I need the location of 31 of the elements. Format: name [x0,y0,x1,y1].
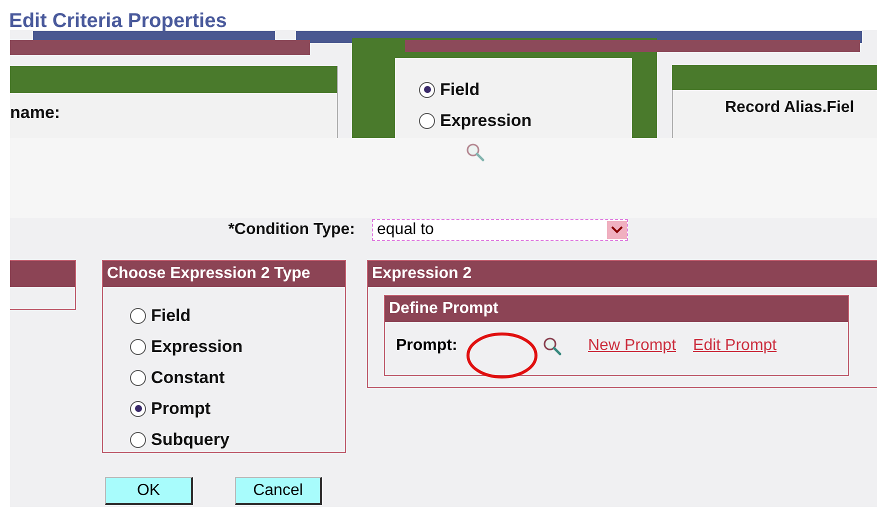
radio-button[interactable] [130,370,146,386]
search-icon[interactable] [465,142,485,162]
radio-label: Field [151,306,191,326]
radio-label: Prompt [151,398,210,418]
field-label: Prompt: [396,337,458,355]
radio-label: Subquery [151,430,230,450]
panel-header: Expression 2 [368,261,877,287]
dialog-button[interactable]: Cancel [235,477,322,505]
radio-button[interactable] [419,82,435,98]
radio-label: Expression [151,336,243,356]
field-label: *Condition Type: [227,221,355,239]
panel-header: Choose Expression 2 Type [103,261,345,287]
radio-label: Constant [151,368,225,388]
caret-icon [607,221,627,239]
column-heading: Record Alias.Fiel [725,99,854,117]
page-title: Edit Criteria Properties [8,9,228,30]
radio-button[interactable] [130,338,146,354]
radio-label: Field [440,80,480,100]
radio-button[interactable] [419,112,435,128]
condition-type-dropdown[interactable]: equal to [372,219,628,241]
prompt-link[interactable]: Edit Prompt [693,337,777,355]
dialog-button[interactable]: OK [105,477,193,505]
radio-button[interactable] [130,432,146,448]
radio-button[interactable] [130,400,146,416]
search-icon[interactable] [542,336,562,356]
highlight-ellipse [466,332,538,379]
prompt-link[interactable]: New Prompt [588,337,676,355]
radio-label: Expression [440,110,532,130]
field-label: name: [10,103,60,123]
radio-button[interactable] [130,308,146,324]
panel-header: Define Prompt [385,296,848,322]
